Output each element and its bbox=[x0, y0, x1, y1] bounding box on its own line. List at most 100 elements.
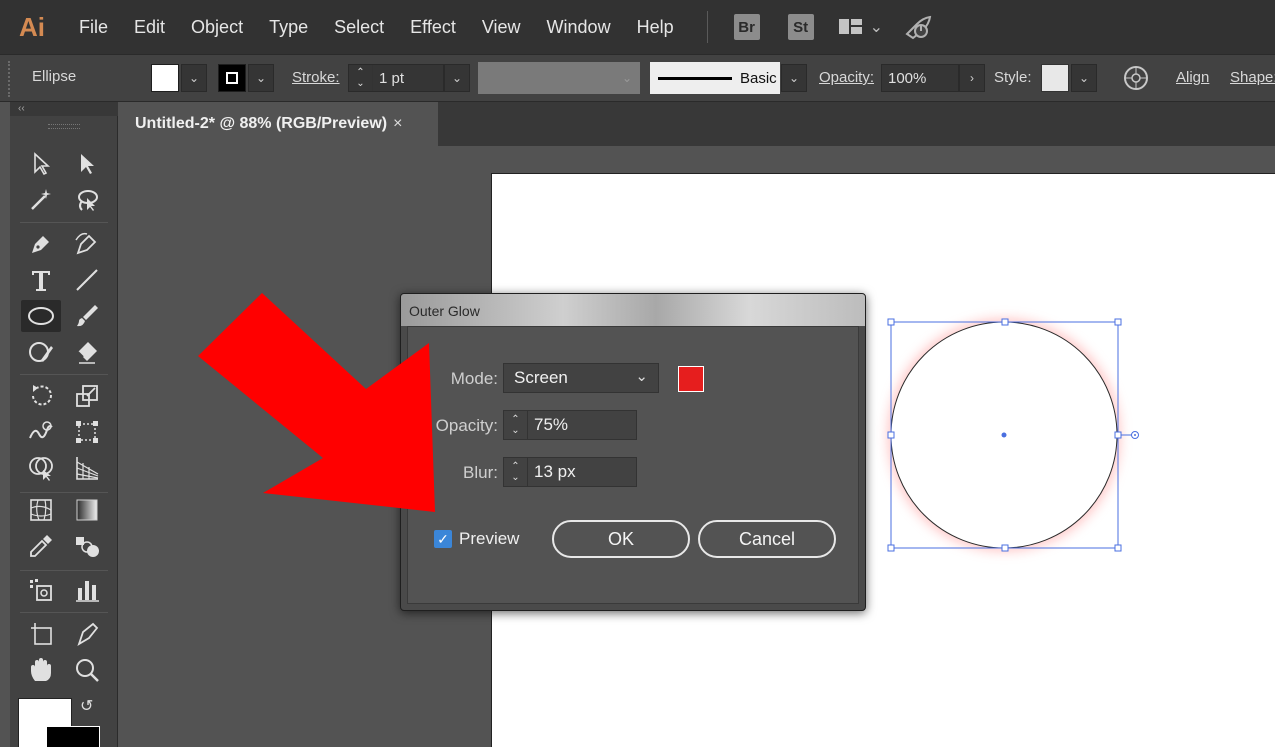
document-tab[interactable]: Untitled-2* @ 88% (RGB/Preview) × bbox=[120, 102, 438, 146]
menu-select[interactable]: Select bbox=[321, 17, 397, 38]
type-tool[interactable] bbox=[21, 264, 61, 296]
cancel-button[interactable]: Cancel bbox=[698, 520, 836, 558]
menu-window[interactable]: Window bbox=[534, 17, 624, 38]
gradient-tool[interactable] bbox=[67, 494, 107, 526]
menu-view[interactable]: View bbox=[469, 17, 534, 38]
resize-handle[interactable] bbox=[1114, 431, 1122, 439]
workspace-layout-button[interactable]: ⌄ bbox=[838, 17, 883, 37]
blend-icon bbox=[76, 537, 99, 557]
preview-label[interactable]: Preview bbox=[459, 529, 519, 549]
menu-effect[interactable]: Effect bbox=[397, 17, 469, 38]
stroke-weight-dropdown[interactable]: ⌄ bbox=[444, 64, 470, 92]
mesh-tool[interactable] bbox=[21, 494, 61, 526]
glow-color-swatch[interactable] bbox=[678, 366, 704, 392]
free-transform-icon bbox=[76, 421, 98, 443]
eyedropper-tool[interactable] bbox=[21, 530, 61, 562]
resize-handle[interactable] bbox=[1001, 318, 1009, 326]
brush-dropdown[interactable]: ⌄ bbox=[781, 64, 807, 92]
direct-selection-tool[interactable] bbox=[67, 148, 107, 180]
perspective-grid-tool[interactable] bbox=[67, 452, 107, 484]
stroke-dropdown[interactable]: ⌄ bbox=[248, 64, 274, 92]
menu-type[interactable]: Type bbox=[256, 17, 321, 38]
stroke-weight-field[interactable]: ⌃ ⌄ 1 pt bbox=[348, 64, 444, 92]
stock-button[interactable]: St bbox=[787, 14, 814, 40]
mode-dropdown[interactable]: Screen ⌄ bbox=[503, 363, 659, 393]
recolor-artwork-button[interactable] bbox=[1123, 65, 1149, 91]
dialog-title[interactable]: Outer Glow bbox=[401, 294, 865, 326]
tool-divider bbox=[20, 612, 108, 613]
selection-tool[interactable] bbox=[21, 148, 61, 180]
fill-swatch[interactable] bbox=[151, 64, 179, 92]
graphic-style-dropdown[interactable]: ⌄ bbox=[1071, 64, 1097, 92]
magic-wand-icon bbox=[31, 189, 51, 210]
selected-ellipse-artwork[interactable] bbox=[870, 300, 1160, 570]
stroke-color-box[interactable] bbox=[46, 726, 100, 747]
opacity-input[interactable]: ⌃ ⌄ 75% bbox=[503, 410, 637, 440]
slice-tool[interactable] bbox=[67, 618, 107, 650]
rotate-tool[interactable] bbox=[21, 380, 61, 412]
pen-tool[interactable] bbox=[21, 228, 61, 260]
fill-dropdown[interactable]: ⌄ bbox=[181, 64, 207, 92]
ok-button[interactable]: OK bbox=[552, 520, 690, 558]
brush-definition[interactable]: Basic bbox=[650, 62, 780, 94]
curvature-tool[interactable] bbox=[67, 228, 107, 260]
tools-panel-collapse[interactable]: ‹‹ bbox=[10, 102, 118, 116]
menu-file[interactable]: File bbox=[64, 17, 121, 38]
lasso-tool[interactable] bbox=[67, 184, 107, 216]
stroke-swatch[interactable] bbox=[218, 64, 246, 92]
stroke-weight-value: 1 pt bbox=[379, 69, 405, 87]
blend-tool[interactable] bbox=[67, 530, 107, 562]
graphic-style-swatch[interactable] bbox=[1041, 64, 1069, 92]
magic-wand-tool[interactable] bbox=[21, 184, 61, 216]
shape-link[interactable]: Shape: bbox=[1230, 69, 1275, 86]
tool-divider bbox=[20, 492, 108, 493]
opacity-field[interactable]: 100% bbox=[881, 64, 959, 92]
scale-tool[interactable] bbox=[67, 380, 107, 412]
variable-width-profile[interactable] bbox=[478, 62, 614, 94]
tool-divider bbox=[20, 570, 108, 571]
align-link[interactable]: Align bbox=[1176, 69, 1209, 86]
resize-handle[interactable] bbox=[887, 431, 895, 439]
opacity-label[interactable]: Opacity: bbox=[819, 69, 874, 86]
artboard-tool[interactable] bbox=[21, 618, 61, 650]
blur-input[interactable]: ⌃ ⌄ 13 px bbox=[503, 457, 637, 487]
menu-object[interactable]: Object bbox=[178, 17, 256, 38]
stroke-weight-stepper[interactable]: ⌃ ⌄ bbox=[349, 65, 373, 91]
control-bar-grip[interactable] bbox=[8, 61, 11, 97]
shape-builder-tool[interactable] bbox=[21, 452, 61, 484]
resize-handle[interactable] bbox=[1114, 318, 1122, 326]
symbol-sprayer-tool[interactable] bbox=[21, 574, 61, 606]
width-profile-dropdown[interactable]: ⌄ bbox=[614, 62, 640, 94]
zoom-tool[interactable] bbox=[67, 654, 107, 686]
ellipse-tool[interactable] bbox=[21, 300, 61, 332]
opacity-slider-button[interactable]: › bbox=[959, 64, 985, 92]
menu-edit[interactable]: Edit bbox=[121, 17, 178, 38]
paintbrush-tool[interactable] bbox=[67, 300, 107, 332]
stroke-label[interactable]: Stroke: bbox=[292, 69, 340, 86]
line-segment-tool[interactable] bbox=[67, 264, 107, 296]
blur-stepper[interactable]: ⌃ ⌄ bbox=[504, 458, 528, 486]
curvature-pen-icon bbox=[75, 232, 97, 255]
close-tab-icon[interactable]: × bbox=[393, 115, 402, 133]
menu-help[interactable]: Help bbox=[624, 17, 687, 38]
resize-handle[interactable] bbox=[887, 544, 895, 552]
slice-knife-icon bbox=[77, 622, 99, 647]
eraser-tool[interactable] bbox=[67, 336, 107, 368]
warp-tool[interactable] bbox=[21, 416, 61, 448]
swap-fill-stroke-icon[interactable]: ↺ bbox=[80, 696, 93, 716]
opacity-stepper[interactable]: ⌃ ⌄ bbox=[504, 411, 528, 439]
current-tool-label: Ellipse bbox=[32, 68, 77, 85]
resize-handle[interactable] bbox=[1114, 544, 1122, 552]
hand-tool[interactable] bbox=[21, 654, 61, 686]
shaper-tool[interactable] bbox=[21, 336, 61, 368]
tools-panel-grip[interactable] bbox=[48, 124, 80, 129]
bridge-button[interactable]: Br bbox=[733, 14, 760, 40]
preview-checkbox[interactable]: ✓ bbox=[434, 530, 452, 548]
resize-handle[interactable] bbox=[1001, 544, 1009, 552]
mode-label: Mode: bbox=[450, 369, 498, 388]
gpu-performance-button[interactable] bbox=[903, 14, 933, 40]
free-transform-tool[interactable] bbox=[67, 416, 107, 448]
column-graph-tool[interactable] bbox=[67, 574, 107, 606]
resize-handle[interactable] bbox=[887, 318, 895, 326]
ellipse-icon bbox=[28, 307, 54, 325]
